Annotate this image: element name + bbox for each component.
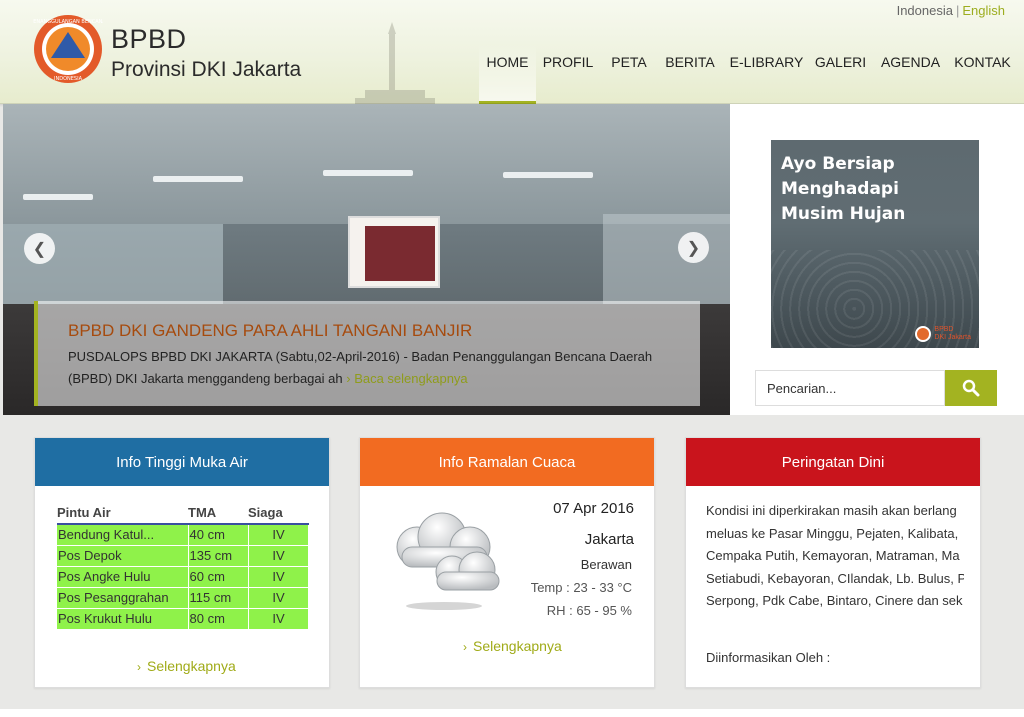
- table-row: Pos Angke Hulu 60 cm IV: [57, 566, 309, 588]
- warning-line: Kondisi ini diperkirakan masih akan berl…: [706, 503, 957, 518]
- column-header: Siaga: [248, 504, 308, 525]
- water-level-table: Pintu Air TMA Siaga Bendung Katul... 40 …: [57, 504, 309, 630]
- banner-text: Ayo Bersiap Menghadapi Musim Hujan: [781, 152, 905, 227]
- table-cell: 40 cm: [188, 524, 249, 546]
- water-level-panel: Info Tinggi Muka Air Pintu Air TMA Siaga…: [34, 437, 330, 688]
- nav-kontak[interactable]: KONTAK: [951, 44, 1014, 104]
- nav-e-library[interactable]: E-LIBRARY: [722, 44, 811, 104]
- banner-logo: BPBD DKI Jakarta: [915, 326, 971, 342]
- search-input[interactable]: Pencarian...: [755, 370, 945, 406]
- table-cell: IV: [248, 587, 309, 609]
- slide-caption: BPBD DKI GANDENG PARA AHLI TANGANI BANJI…: [34, 301, 700, 406]
- slide-photo-light: [23, 194, 93, 200]
- lang-separator: |: [955, 3, 960, 18]
- table-cell: 135 cm: [188, 545, 249, 567]
- water-level-title: Info Tinggi Muka Air: [35, 438, 329, 486]
- weather-temperature: Temp : 23 - 33 °C: [530, 580, 632, 595]
- slide-photo-light: [153, 176, 243, 182]
- chevron-right-icon: ›: [463, 640, 467, 654]
- table-cell: Pos Depok: [57, 545, 189, 567]
- weather-title: Info Ramalan Cuaca: [360, 438, 654, 486]
- nav-profil[interactable]: PROFIL: [536, 44, 600, 104]
- slide-read-more-label: Baca selengkapnya: [354, 371, 468, 386]
- banner-line: Ayo Bersiap: [781, 154, 895, 174]
- weather-more-label: Selengkapnya: [473, 638, 562, 654]
- banner-line: Musim Hujan: [781, 204, 906, 224]
- table-cell: IV: [248, 608, 309, 630]
- water-more-link[interactable]: › Selengkapnya: [137, 658, 236, 674]
- chevron-right-icon: ›: [346, 371, 355, 386]
- cloud-icon: [396, 512, 500, 610]
- table-row: Bendung Katul... 40 cm IV: [57, 524, 309, 546]
- column-header: Pintu Air: [57, 504, 188, 525]
- table-row: Pos Krukut Hulu 80 cm IV: [57, 608, 309, 630]
- search-icon: [962, 379, 980, 397]
- nav-agenda[interactable]: AGENDA: [870, 44, 951, 104]
- table-row: Pos Depok 135 cm IV: [57, 545, 309, 567]
- nav-berita[interactable]: BERITA: [658, 44, 722, 104]
- slide-photo-projection: [365, 226, 435, 281]
- svg-text:INDONESIA: INDONESIA: [54, 76, 83, 82]
- warning-source: Diinformasikan Oleh :: [706, 650, 831, 665]
- lang-english-link[interactable]: English: [962, 3, 1005, 18]
- warning-line: Setiabudi, Kebayoran, CIlandak, Lb. Bulu…: [706, 570, 964, 586]
- nav-peta[interactable]: PETA: [600, 44, 658, 104]
- table-cell: 115 cm: [188, 587, 249, 609]
- slide-text: PUSDALOPS BPBD DKI JAKARTA (Sabtu,02-Apr…: [68, 346, 668, 390]
- nav-home[interactable]: HOME: [479, 44, 536, 104]
- bpbd-logo[interactable]: PENANGGULANGAN BENCANA INDONESIA: [33, 14, 103, 84]
- slider-next-arrow-icon[interactable]: ❯: [678, 232, 709, 263]
- weather-date: 07 Apr 2016: [553, 500, 634, 517]
- banner-logo-line: BPBD: [934, 326, 954, 333]
- table-cell: Pos Krukut Hulu: [57, 608, 189, 630]
- monas-monument-icon: [355, 22, 435, 104]
- banner-logo-line: DKI Jakarta: [934, 334, 971, 341]
- lang-indonesia-link[interactable]: Indonesia: [897, 3, 953, 18]
- table-cell: 60 cm: [188, 566, 249, 588]
- slide-photo-light: [323, 170, 413, 176]
- language-switcher: Indonesia | English: [897, 3, 1005, 18]
- weather-humidity: RH : 65 - 95 %: [546, 603, 632, 618]
- slider-prev-arrow-icon[interactable]: ❮: [24, 233, 55, 264]
- table-cell: 80 cm: [188, 608, 249, 630]
- early-warning-title: Peringatan Dini: [686, 438, 980, 486]
- warning-line: meluas ke Pasar Minggu, Pejaten, Kalibat…: [706, 525, 959, 541]
- site-header: PENANGGULANGAN BENCANA INDONESIA BPBD Pr…: [0, 0, 1024, 104]
- weather-more-link[interactable]: › Selengkapnya: [463, 638, 562, 654]
- slide-photo-light: [503, 172, 593, 178]
- water-more-label: Selengkapnya: [147, 658, 236, 674]
- brand-subtitle[interactable]: Provinsi DKI Jakarta: [111, 58, 301, 82]
- brand-title[interactable]: BPBD: [111, 24, 187, 55]
- table-cell: IV: [248, 545, 309, 567]
- weather-condition: Berawan: [580, 557, 632, 572]
- weather-panel: Info Ramalan Cuaca 07 Apr 2016 Jakarta B…: [359, 437, 655, 688]
- table-cell: Pos Angke Hulu: [57, 566, 189, 588]
- chevron-right-icon: ›: [137, 660, 141, 674]
- banner-line: Menghadapi: [781, 179, 899, 199]
- table-cell: Bendung Katul...: [57, 524, 189, 546]
- footer-edge: [0, 709, 1024, 717]
- rainy-season-banner[interactable]: Ayo Bersiap Menghadapi Musim Hujan BPBD D…: [771, 140, 979, 348]
- main-nav: HOME PROFIL PETA BERITA E-LIBRARY GALERI…: [479, 44, 1014, 104]
- table-cell: IV: [248, 524, 309, 546]
- early-warning-panel: Peringatan Dini Kondisi ini diperkirakan…: [685, 437, 981, 688]
- table-cell: IV: [248, 566, 309, 588]
- svg-text:PENANGGULANGAN BENCANA: PENANGGULANGAN BENCANA: [33, 19, 103, 25]
- table-row: Pos Pesanggrahan 115 cm IV: [57, 587, 309, 609]
- warning-line: Cempaka Putih, Kemayoran, Matraman, Ma: [706, 548, 960, 563]
- slide-title[interactable]: BPBD DKI GANDENG PARA AHLI TANGANI BANJI…: [68, 321, 472, 341]
- slide-read-more-link[interactable]: › Baca selengkapnya: [346, 371, 467, 386]
- table-cell: Pos Pesanggrahan: [57, 587, 189, 609]
- slide-photo-ceiling: [3, 104, 730, 224]
- search-button[interactable]: [945, 370, 997, 406]
- warning-line: Serpong, Pdk Cabe, Bintaro, Cinere dan s…: [706, 593, 963, 608]
- weather-city: Jakarta: [584, 531, 634, 548]
- nav-galeri[interactable]: GALERI: [811, 44, 870, 104]
- bpbd-mini-logo-icon: [915, 326, 932, 342]
- column-header: TMA: [188, 504, 248, 525]
- early-warning-text: Kondisi ini diperkirakan masih akan berl…: [706, 500, 964, 613]
